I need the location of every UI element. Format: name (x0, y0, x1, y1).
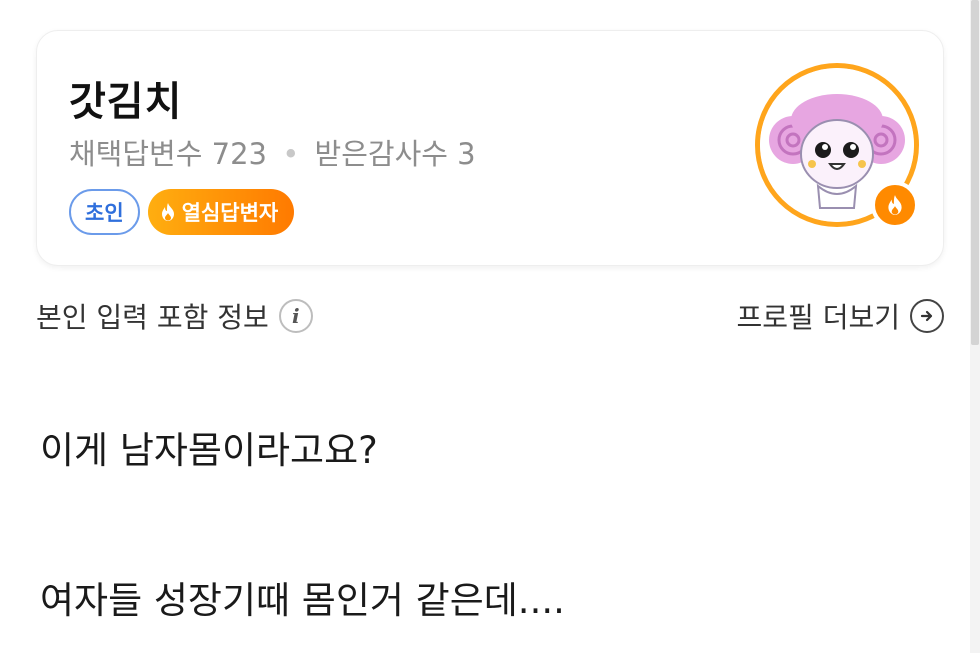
post-text-line-2: 여자들 성장기때 몸인거 같은데.... (40, 579, 565, 622)
hot-answerer-badge[interactable]: 열심답변자 (147, 189, 295, 235)
stats-separator: • (282, 137, 300, 171)
profile-stats: 채택답변수 723 • 받은감사수 3 (69, 131, 476, 173)
flame-icon (161, 203, 174, 221)
self-input-info[interactable]: 본인 입력 포함 정보 i (36, 296, 313, 336)
self-input-info-label: 본인 입력 포함 정보 (36, 301, 269, 334)
flame-icon (888, 195, 902, 215)
avatar-flame-badge-icon (871, 181, 919, 229)
arrow-right-icon (910, 299, 944, 333)
hot-answerer-label: 열심답변자 (181, 201, 279, 225)
info-icon[interactable]: i (278, 299, 313, 333)
profile-card[interactable]: 갓김치 채택답변수 723 • 받은감사수 3 초인 열심답변자 (36, 30, 944, 266)
profile-info-row: 본인 입력 포함 정보 i 프로필 더보기 (36, 296, 944, 340)
username[interactable]: 갓김치 (69, 69, 182, 127)
profile-more-link[interactable]: 프로필 더보기 (737, 296, 944, 336)
scrollbar-thumb[interactable] (971, 0, 979, 345)
avatar[interactable] (755, 63, 919, 229)
profile-more-label: 프로필 더보기 (736, 301, 900, 334)
adopted-answers-label: 채택답변수 (69, 137, 203, 171)
post-text-line-1: 이게 남자몸이라고요? (40, 429, 378, 472)
badge-row: 초인 열심답변자 (69, 189, 295, 235)
page: 갓김치 채택답변수 723 • 받은감사수 3 초인 열심답변자 본인 입력 포… (0, 0, 980, 653)
thanks-received-count: 3 (457, 137, 476, 171)
thanks-received-label: 받은감사수 (314, 137, 448, 171)
adopted-answers-count: 723 (211, 137, 267, 171)
grade-badge[interactable]: 초인 (69, 189, 140, 235)
scrollbar[interactable] (970, 0, 980, 653)
